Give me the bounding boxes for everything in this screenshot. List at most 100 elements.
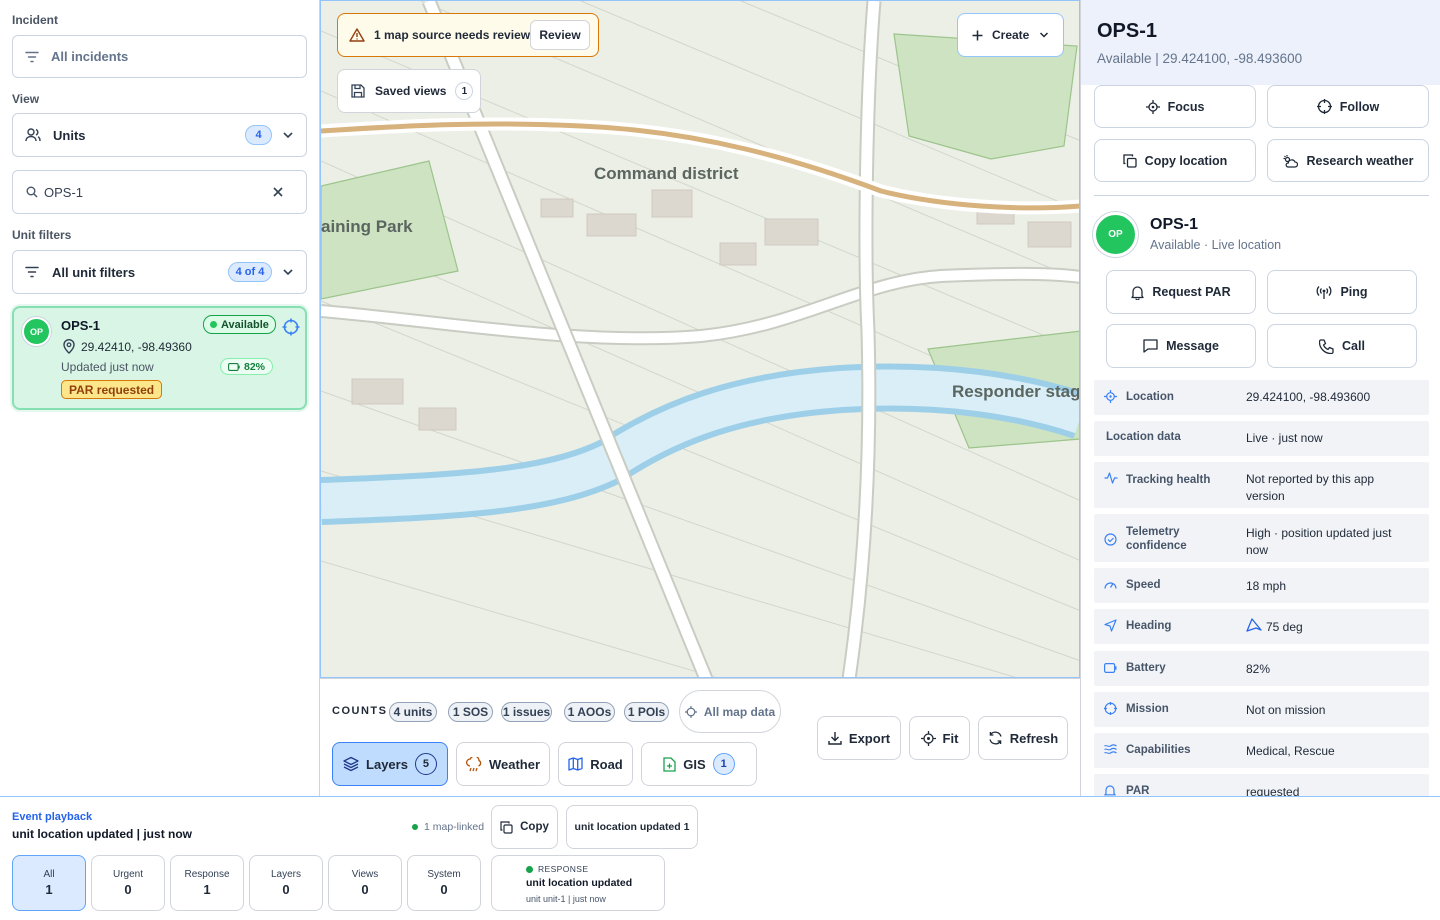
create-button[interactable]: Create (957, 13, 1064, 57)
map-source-alert: 1 map source needs review Review (337, 13, 599, 57)
count-chip-issues[interactable]: 1 issues (501, 702, 552, 722)
request-par-button[interactable]: Request PAR (1106, 270, 1256, 314)
detail-value: Not on mission (1246, 703, 1326, 717)
chevron-down-icon (282, 265, 294, 279)
alert-text: 1 map source needs review (374, 28, 531, 42)
warning-icon (349, 28, 365, 42)
locate-unit-icon[interactable] (282, 318, 300, 336)
incident-select[interactable]: All incidents (12, 35, 307, 78)
users-icon (25, 128, 41, 142)
copy-location-label: Copy location (1144, 153, 1228, 168)
fit-button[interactable]: Fit (909, 716, 970, 760)
follow-label: Follow (1339, 99, 1380, 114)
filter-urgent[interactable]: Urgent 0 (91, 855, 165, 911)
target-icon (1104, 390, 1117, 403)
status-badge: Available (203, 315, 276, 334)
weather-label: Weather (488, 756, 541, 772)
detail-title: OPS-1 (1097, 20, 1158, 42)
search-input[interactable]: OPS-1 (44, 185, 83, 200)
filter-all[interactable]: All 1 (12, 855, 86, 911)
filter-label: Response (184, 869, 230, 880)
follow-button[interactable]: Follow (1267, 85, 1429, 128)
detail-value: requested (1246, 785, 1300, 796)
event-type-row: RESPONSE (526, 864, 588, 874)
check-circle-icon (1104, 533, 1117, 546)
filter-count: 0 (282, 882, 290, 897)
unit-coords: 29.42410, -98.49360 (81, 340, 192, 354)
request-par-label: Request PAR (1152, 285, 1231, 299)
export-button[interactable]: Export (817, 716, 901, 760)
road-button[interactable]: Road (558, 742, 633, 786)
count-chip-aoos[interactable]: 1 AOOs (564, 702, 615, 722)
unit-avatar: OP (22, 317, 51, 346)
detail-row-speed: Speed 18 mph (1094, 568, 1429, 603)
unit-card[interactable]: OP OPS-1 Available 29.42410, -98.49360 U… (12, 306, 307, 410)
unit-filters-select[interactable]: All unit filters 4 of 4 (12, 250, 307, 294)
ping-label: Ping (1340, 285, 1368, 299)
clear-search-icon[interactable] (272, 186, 284, 198)
chevron-down-icon (282, 128, 294, 142)
filter-views[interactable]: Views 0 (328, 855, 402, 911)
message-button[interactable]: Message (1106, 324, 1256, 368)
unit-name: OPS-1 (1150, 216, 1199, 233)
count-chip-sos[interactable]: 1 SOS (448, 702, 493, 722)
counts-title: COUNTS (332, 705, 388, 717)
detail-value: 18 mph (1246, 579, 1287, 593)
weather-button[interactable]: Weather (456, 742, 550, 786)
bell-icon (1131, 285, 1145, 300)
filter-layers[interactable]: Layers 0 (249, 855, 323, 911)
research-weather-button[interactable]: Research weather (1267, 139, 1429, 182)
review-button[interactable]: Review (530, 20, 590, 50)
gis-button[interactable]: GIS 1 (641, 742, 757, 786)
detail-value: 82% (1246, 662, 1271, 676)
locate-icon (920, 730, 936, 746)
copy-label: Copy (520, 821, 549, 833)
call-label: Call (1342, 339, 1365, 353)
map-linked-label: 1 map-linked (424, 821, 485, 833)
count-chip-units[interactable]: 4 units (389, 702, 437, 722)
view-value: Units (53, 127, 86, 143)
view-select[interactable]: Units 4 (12, 113, 307, 157)
call-button[interactable]: Call (1267, 324, 1417, 368)
detail-row-tracking-health: Tracking health Not reported by this app… (1094, 462, 1429, 508)
filter-count: 1 (45, 882, 53, 897)
filter-count: 0 (440, 882, 448, 897)
copy-event-button[interactable]: Copy (491, 805, 558, 849)
saved-views-count: 1 (455, 82, 474, 100)
detail-header: OPS-1 Available | 29.424100, -98.493600 (1081, 0, 1440, 85)
export-label: Export (848, 730, 891, 746)
file-plus-icon (663, 756, 676, 772)
filter-label: Layers (270, 869, 301, 880)
ping-button[interactable]: Ping (1267, 270, 1417, 314)
map-canvas[interactable]: Command district aining Park Responder s… (320, 0, 1080, 678)
focus-label: Focus (1167, 99, 1205, 114)
unit-filters-label: Unit filters (12, 228, 72, 242)
event-card[interactable]: RESPONSE unit location updated unit unit… (491, 855, 665, 911)
battery-icon (1104, 663, 1117, 673)
plus-icon (972, 30, 983, 41)
filter-system[interactable]: System 0 (407, 855, 481, 911)
fit-label: Fit (942, 730, 959, 746)
detail-label: Location data (1106, 431, 1181, 443)
event-type-dot (526, 865, 533, 873)
all-map-data-button[interactable]: All map data (679, 690, 781, 733)
count-chip-pois[interactable]: 1 POIs (624, 702, 669, 722)
layers-button[interactable]: Layers 5 (332, 742, 448, 786)
incident-value: All incidents (51, 49, 129, 64)
refresh-button[interactable]: Refresh (978, 716, 1068, 760)
download-icon (828, 731, 842, 745)
saved-views-button[interactable]: Saved views 1 (337, 69, 481, 113)
gis-count: 1 (712, 753, 735, 775)
copy-icon (1123, 153, 1137, 168)
copy-location-button[interactable]: Copy location (1094, 139, 1256, 182)
focus-button[interactable]: Focus (1094, 85, 1256, 128)
unit-search-field[interactable]: OPS-1 (12, 170, 307, 214)
latest-event-button[interactable]: unit location updated 1 (566, 805, 698, 849)
event-type: RESPONSE (538, 864, 589, 874)
focus-icon (1145, 99, 1160, 114)
research-weather-label: Research weather (1306, 153, 1414, 168)
detail-value: Not reported by this app version (1246, 472, 1375, 503)
filter-response[interactable]: Response 1 (170, 855, 244, 911)
map-label-command-district: Command district (594, 164, 739, 183)
message-icon (1143, 339, 1158, 353)
